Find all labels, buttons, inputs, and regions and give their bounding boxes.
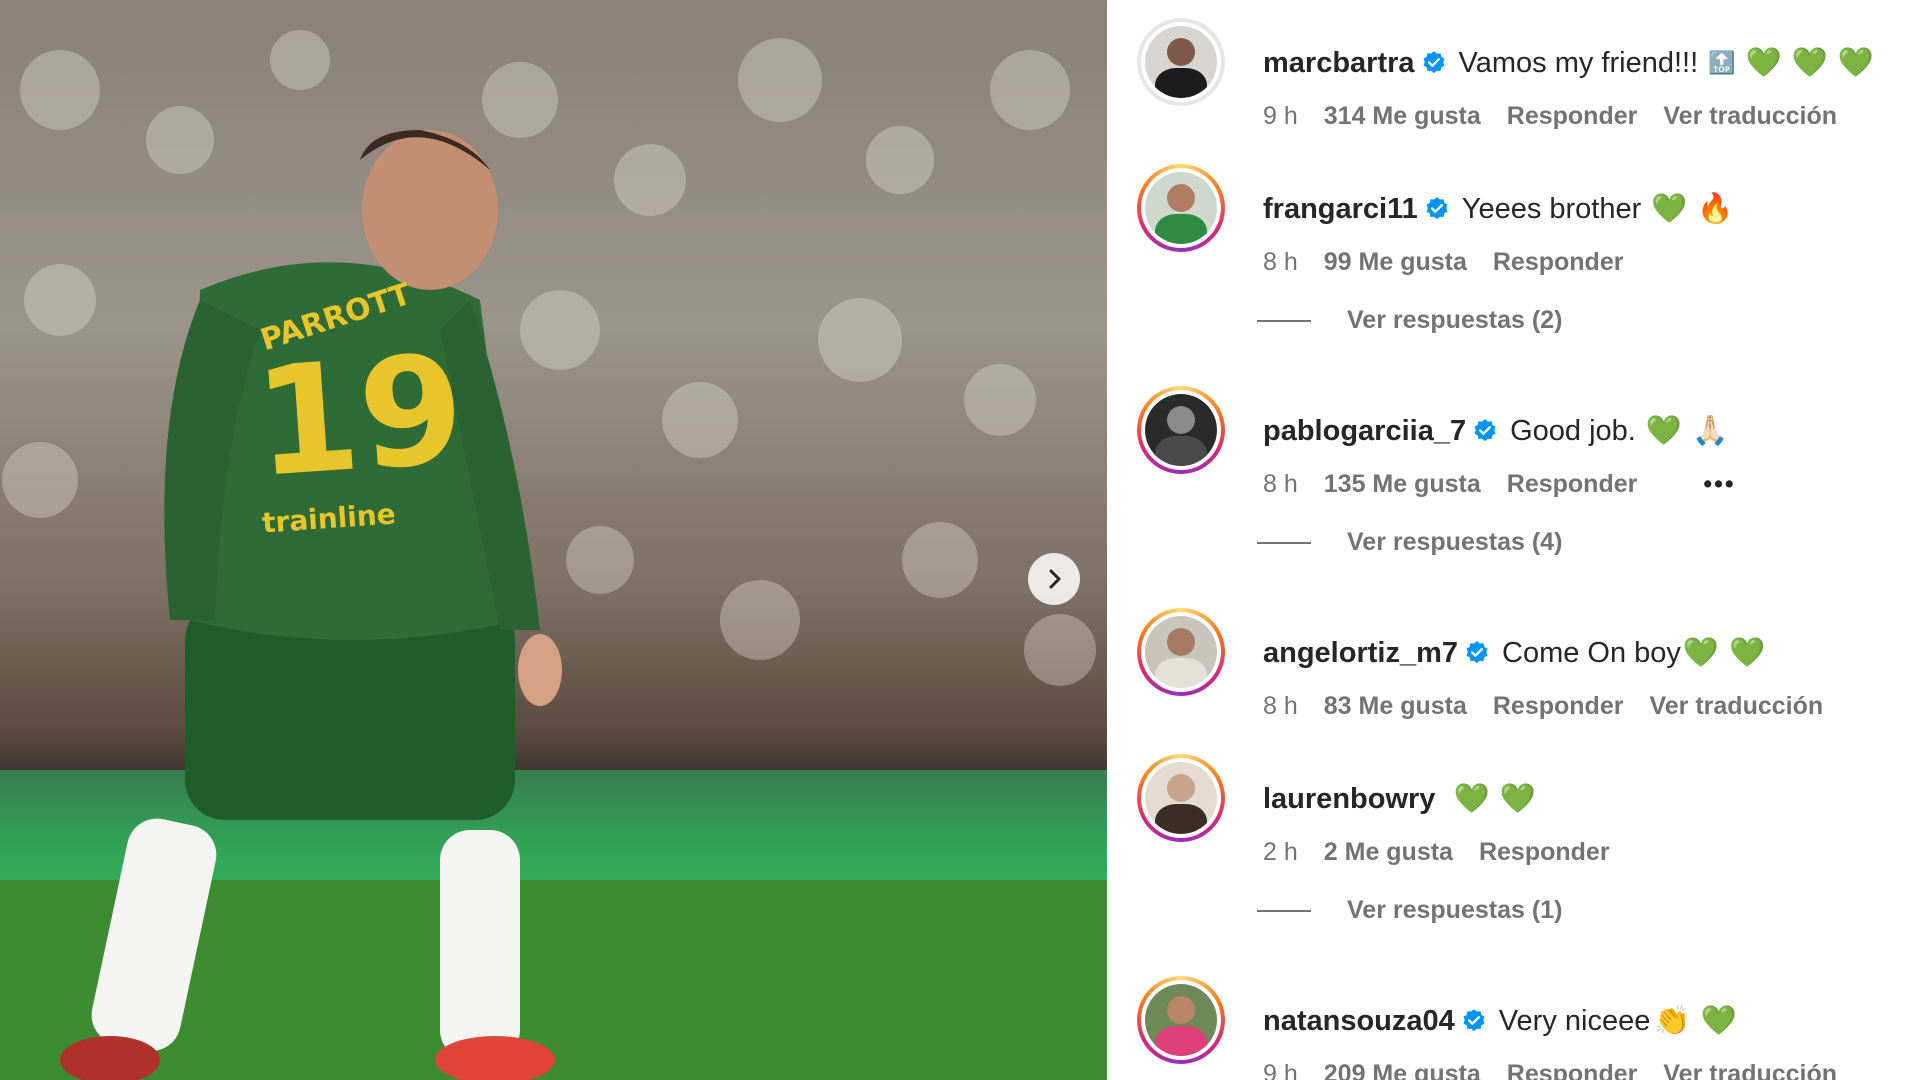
jersey-number: 19 bbox=[249, 322, 470, 512]
post-photo: PARROTT 19 trainline bbox=[0, 0, 1107, 1080]
comment-text: Come On boy bbox=[1502, 636, 1681, 669]
likes-count[interactable]: 2 Me gusta bbox=[1324, 838, 1453, 867]
reply-button[interactable]: Responder bbox=[1507, 1060, 1638, 1080]
green-heart-emoji: 💚 bbox=[1729, 637, 1766, 669]
comment-username[interactable]: angelortiz_m7 bbox=[1263, 637, 1458, 670]
view-replies-button[interactable]: Ver respuestas (1) bbox=[1257, 896, 1562, 925]
likes-count[interactable]: 135 Me gusta bbox=[1324, 470, 1481, 499]
comment-username[interactable]: natansouza04 bbox=[1263, 1005, 1455, 1038]
verified-badge-icon bbox=[1463, 1009, 1485, 1032]
view-replies-button[interactable]: Ver respuestas (4) bbox=[1257, 528, 1562, 557]
avatar[interactable] bbox=[1137, 164, 1225, 252]
view-replies-button[interactable]: Ver respuestas (2) bbox=[1257, 306, 1562, 335]
avatar[interactable] bbox=[1137, 608, 1225, 696]
avatar[interactable] bbox=[1137, 976, 1225, 1064]
verified-badge-icon bbox=[1466, 641, 1488, 664]
emoji: 🔝 bbox=[1708, 50, 1736, 75]
divider bbox=[1257, 319, 1311, 322]
green-heart-emoji: 💚 bbox=[1645, 415, 1682, 447]
next-photo-button[interactable] bbox=[1028, 553, 1080, 605]
translate-button[interactable]: Ver traducción bbox=[1663, 102, 1837, 131]
likes-count[interactable]: 314 Me gusta bbox=[1324, 102, 1481, 131]
green-heart-emoji: 💚 bbox=[1745, 47, 1782, 79]
praying-hands-emoji: 🙏🏻 bbox=[1691, 415, 1729, 447]
comment-item: natansouza04 Very niceee 👏 💚 9 h 209 Me … bbox=[1137, 976, 1907, 1080]
view-replies-label: Ver respuestas (2) bbox=[1347, 306, 1563, 334]
likes-count[interactable]: 209 Me gusta bbox=[1324, 1060, 1481, 1080]
translate-button[interactable]: Ver traducción bbox=[1663, 1060, 1837, 1080]
view-replies-label: Ver respuestas (4) bbox=[1347, 528, 1563, 556]
comment-time: 9 h bbox=[1263, 102, 1298, 130]
reply-button[interactable]: Responder bbox=[1479, 838, 1610, 867]
fire-emoji: 🔥 bbox=[1697, 193, 1734, 225]
comment-username[interactable]: frangarci11 bbox=[1263, 193, 1418, 226]
clapping-hands-emoji: 👏 bbox=[1654, 1005, 1691, 1037]
reply-button[interactable]: Responder bbox=[1507, 102, 1638, 131]
comment-text: Very niceee bbox=[1498, 1004, 1651, 1037]
more-options-icon[interactable]: ••• bbox=[1703, 470, 1735, 499]
reply-button[interactable]: Responder bbox=[1507, 470, 1638, 499]
comment-text: Yeees brother bbox=[1461, 192, 1642, 225]
chevron-right-icon bbox=[1049, 569, 1061, 589]
likes-count[interactable]: 83 Me gusta bbox=[1324, 692, 1467, 721]
player-illustration bbox=[0, 30, 1107, 1080]
comment-time: 8 h bbox=[1263, 470, 1298, 498]
green-heart-emoji: 💚 bbox=[1651, 193, 1688, 225]
reply-button[interactable]: Responder bbox=[1493, 248, 1624, 277]
verified-badge-icon bbox=[1474, 419, 1496, 442]
comment-time: 2 h bbox=[1263, 838, 1298, 866]
comment-time: 8 h bbox=[1263, 692, 1298, 720]
green-heart-emoji: 💚 bbox=[1682, 637, 1720, 669]
verified-badge-icon bbox=[1423, 51, 1445, 74]
comment-text: Vamos my friend!!! bbox=[1458, 46, 1699, 79]
avatar[interactable] bbox=[1137, 754, 1225, 842]
divider bbox=[1257, 541, 1311, 544]
green-heart-emoji: 💚 bbox=[1700, 1005, 1737, 1037]
comment-item: pablogarciia_7 Good job. 💚 🙏🏻 8 h 135 Me… bbox=[1137, 386, 1907, 499]
green-heart-emoji: 💚 bbox=[1791, 47, 1828, 79]
reply-button[interactable]: Responder bbox=[1493, 692, 1624, 721]
translate-button[interactable]: Ver traducción bbox=[1649, 692, 1823, 721]
comment-username[interactable]: laurenbowry bbox=[1263, 783, 1435, 816]
verified-badge-icon bbox=[1426, 197, 1448, 220]
comment-time: 8 h bbox=[1263, 248, 1298, 276]
comment-item: angelortiz_m7 Come On boy 💚 💚 8 h 83 Me … bbox=[1137, 608, 1907, 721]
avatar[interactable] bbox=[1137, 18, 1225, 106]
view-replies-label: Ver respuestas (1) bbox=[1347, 896, 1563, 924]
avatar[interactable] bbox=[1137, 386, 1225, 474]
comment-item: frangarci11 Yeees brother 💚 🔥 8 h 99 Me … bbox=[1137, 164, 1907, 277]
divider bbox=[1257, 909, 1311, 912]
comment-item: marcbartra Vamos my friend!!! 🔝 💚 💚 💚 9 … bbox=[1137, 18, 1907, 131]
green-heart-emoji: 💚 bbox=[1499, 783, 1536, 815]
comment-time: 9 h bbox=[1263, 1060, 1298, 1080]
comment-item: laurenbowry 💚 💚 2 h 2 Me gusta Responder bbox=[1137, 754, 1907, 867]
green-heart-emoji: 💚 bbox=[1453, 783, 1490, 815]
comment-username[interactable]: marcbartra bbox=[1263, 47, 1415, 80]
comment-text: Good job. bbox=[1510, 414, 1636, 447]
green-heart-emoji: 💚 bbox=[1837, 47, 1874, 79]
likes-count[interactable]: 99 Me gusta bbox=[1324, 248, 1467, 277]
comment-username[interactable]: pablogarciia_7 bbox=[1263, 415, 1466, 448]
